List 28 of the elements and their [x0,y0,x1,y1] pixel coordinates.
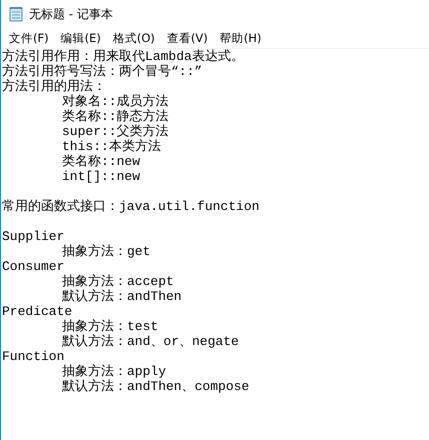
text-line: this::本类方法 [61,139,161,154]
notepad-icon [9,6,23,22]
text-line: 常用的函数式接口：java.util.function [2,199,260,214]
menu-item[interactable]: 格式(O) [106,28,161,48]
text-line: 方法引用作用：用来取代Lambda表达式。 [2,49,244,64]
text-line: 默认方法：andThen [61,289,182,304]
text-line: int[]::new [61,169,140,184]
text-line: 方法引用符号写法：两个冒号“::” [2,64,202,79]
text-line: 类名称::new [61,154,140,169]
text-line: Predicate [2,304,72,319]
text-line: 对象名::成员方法 [61,94,169,109]
text-line: 抽象方法：test [61,319,158,334]
menu-item[interactable]: 编辑(E) [54,28,107,48]
text-line: Consumer [2,259,64,274]
text-line: 抽象方法：accept [61,274,174,289]
text-line: 类名称::静态方法 [61,109,169,124]
menu-item[interactable]: 查看(V) [160,28,214,48]
text-line: Supplier [2,229,64,244]
menu-item[interactable]: 帮助(H) [214,28,268,48]
text-line: super::父类方法 [61,124,169,139]
text-line: 默认方法：andThen、compose [61,379,250,394]
text-line: 默认方法：and、or、negate [61,334,239,349]
text-line: 抽象方法：apply [61,364,166,379]
window-title: 无标题 - 记事本 [29,6,113,22]
text-line: 抽象方法：get [61,244,150,259]
text-line: Function [2,349,64,364]
text-line: 方法引用的用法： [2,79,106,94]
menu-item[interactable]: 文件(F) [3,28,55,48]
